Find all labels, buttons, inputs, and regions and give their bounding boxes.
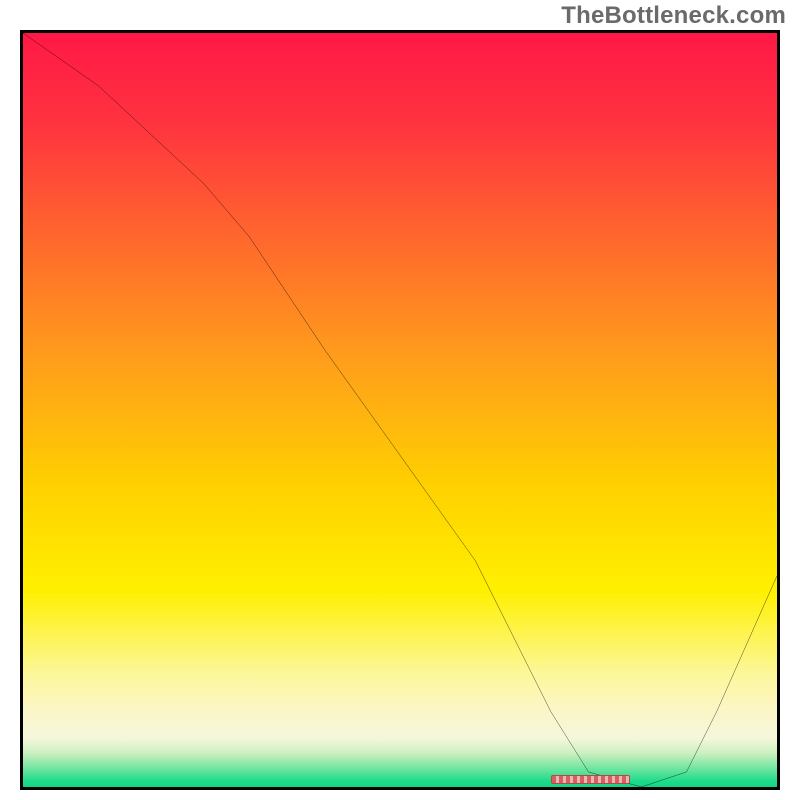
chart-line-series	[23, 33, 777, 787]
chart-frame	[20, 30, 780, 790]
watermark-text: TheBottleneck.com	[561, 2, 786, 30]
optimal-range-marker	[551, 775, 630, 784]
